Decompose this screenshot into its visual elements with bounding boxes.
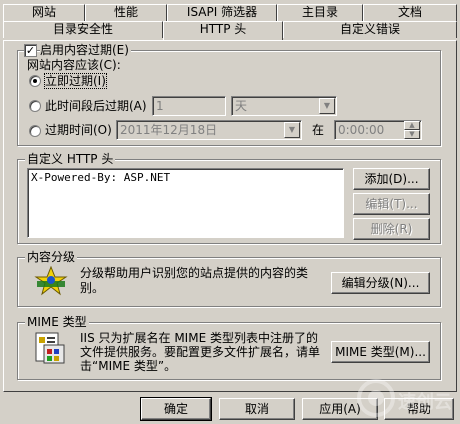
edit-ratings-button[interactable]: 编辑分级(N)... [331,272,430,294]
add-header-button[interactable]: 添加(D)... [353,168,430,190]
radio-expire-after-label: 此时间段后过期(A) [45,99,147,113]
watermark-logo: 速创云 [356,376,460,420]
time-spin-up-icon[interactable]: ▲ [404,121,420,130]
ok-button[interactable]: 确定 [140,397,212,421]
tab-website[interactable]: 网站 [3,4,85,21]
enable-expiration-label: 启用内容过期(E) [40,43,131,57]
tab-isapi-filters[interactable]: ISAPI 筛选器 [167,4,277,21]
edit-header-button[interactable]: 编辑(T)... [353,193,430,215]
date-dropdown-arrow-icon[interactable]: ▼ [284,122,300,138]
radio-expire-immediately-label: 立即过期(I) [44,73,107,89]
mime-types-button[interactable]: MIME 类型(M)... [331,341,430,363]
content-rating-legend: 内容分级 [25,250,78,264]
custom-headers-list[interactable]: X-Powered-By: ASP.NET [27,168,344,238]
tab-custom-errors[interactable]: 自定义错误 [283,21,457,38]
enable-expiration-checkbox[interactable]: ✓ [24,44,37,57]
custom-headers-legend: 自定义 HTTP 头 [25,152,116,166]
time-spin-down-icon[interactable]: ▼ [404,130,420,139]
tab-performance[interactable]: 性能 [85,4,167,21]
expire-time-value: 0:00:00 [338,123,385,137]
tab-home-directory[interactable]: 主目录 [277,4,363,21]
mime-types-icon [34,331,68,367]
content-rating-icon [34,265,68,296]
radio-selected-dot [33,79,37,83]
at-label: 在 [312,123,325,137]
expire-date-picker[interactable]: 2011年12月18日 [116,120,302,140]
expire-after-input[interactable]: 1 [152,96,226,116]
watermark-text: 速创云 [398,392,452,413]
content-rating-description: 分级帮助用户识别您的站点提供的内容的类别。 [80,266,309,295]
radio-expire-on-label: 过期时间(O) [45,123,112,137]
tab-documents[interactable]: 文档 [363,4,457,21]
expire-after-unit-value: 天 [235,99,248,113]
expire-date-value: 2011年12月18日 [120,123,218,137]
mime-types-description: IIS 只为扩展名在 MIME 类型列表中注册了的文件提供服务。要配置更多文件扩… [80,331,321,373]
radio-expire-after[interactable] [29,100,41,112]
mime-types-legend: MIME 类型 [25,315,89,329]
tab-directory-security[interactable]: 目录安全性 [3,21,163,38]
delete-header-button[interactable]: 删除(R) [353,218,430,240]
content-should-label: 网站内容应该(C): [27,58,121,72]
custom-header-item[interactable]: X-Powered-By: ASP.NET [31,170,343,185]
radio-expire-immediately[interactable] [29,75,41,87]
tab-http-headers[interactable]: HTTP 头 [163,21,283,40]
cancel-button[interactable]: 取消 [219,398,295,420]
radio-expire-on[interactable] [29,125,41,137]
unit-dropdown-arrow-icon[interactable]: ▼ [319,98,335,114]
